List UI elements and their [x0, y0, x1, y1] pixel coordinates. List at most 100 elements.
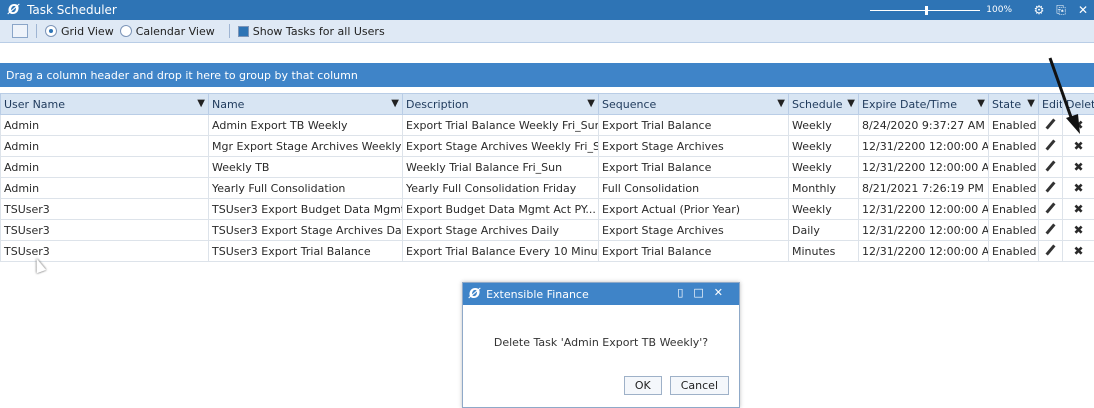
filter-icon[interactable]: ▼: [197, 98, 205, 109]
table-row[interactable]: Admin Mgr Export Stage Archives Weekly E…: [1, 136, 1094, 157]
column-header-schedule[interactable]: Schedule▼: [789, 94, 859, 115]
edit-cell[interactable]: [1039, 157, 1063, 178]
delete-cell[interactable]: ✖: [1063, 199, 1094, 220]
column-header-sequence[interactable]: Sequence▼: [599, 94, 789, 115]
filter-icon[interactable]: ▼: [391, 98, 399, 109]
delete-cell[interactable]: ✖: [1063, 178, 1094, 199]
edit-cell[interactable]: [1039, 199, 1063, 220]
annotation-arrow-icon: [1044, 56, 1084, 136]
settings-icon[interactable]: ⚙: [1028, 3, 1050, 17]
column-header-user-name[interactable]: User Name▼: [1, 94, 209, 115]
cell-name: Mgr Export Stage Archives Weekly: [209, 136, 403, 157]
column-header-state[interactable]: State▼: [989, 94, 1039, 115]
cell-name: TSUser3 Export Budget Data Mgmt: [209, 199, 403, 220]
close-icon[interactable]: ✕: [1072, 3, 1094, 17]
toolbar-separator: [36, 24, 37, 38]
edit-cell[interactable]: [1039, 220, 1063, 241]
delete-cell[interactable]: ✖: [1063, 241, 1094, 262]
cell-sequence: Export Trial Balance: [599, 241, 789, 262]
cell-state: Enabled: [989, 115, 1039, 136]
cell-description: Export Stage Archives Weekly Fri_Sun: [403, 136, 599, 157]
cell-expire: 8/21/2021 7:26:19 PM: [859, 178, 989, 199]
cell-sequence: Full Consolidation: [599, 178, 789, 199]
cell-schedule: Minutes: [789, 241, 859, 262]
filter-icon[interactable]: ▼: [777, 98, 785, 109]
zoom-slider[interactable]: [870, 10, 980, 11]
delete-cell[interactable]: ✖: [1063, 220, 1094, 241]
grid-header-row: User Name▼ Name▼ Description▼ Sequence▼ …: [1, 94, 1094, 115]
toolbar-separator: [229, 24, 230, 38]
app-logo-icon: Ø: [469, 287, 480, 302]
zoom-level: 100%: [986, 5, 1012, 15]
show-all-users-checkbox[interactable]: Show Tasks for all Users: [238, 25, 385, 38]
cell-name: TSUser3 Export Stage Archives Daily: [209, 220, 403, 241]
delete-icon[interactable]: ✖: [1073, 223, 1083, 237]
table-row[interactable]: TSUser3 TSUser3 Export Stage Archives Da…: [1, 220, 1094, 241]
cell-description: Weekly Trial Balance Fri_Sun: [403, 157, 599, 178]
cell-state: Enabled: [989, 178, 1039, 199]
checkbox-checked-icon: [238, 26, 249, 37]
group-by-panel[interactable]: Drag a column header and drop it here to…: [0, 63, 1094, 87]
pencil-icon[interactable]: [1045, 181, 1055, 192]
cell-user-name: Admin: [1, 136, 209, 157]
column-header-name[interactable]: Name▼: [209, 94, 403, 115]
edit-cell[interactable]: [1039, 241, 1063, 262]
cell-user-name: TSUser3: [1, 220, 209, 241]
filter-icon[interactable]: ▼: [847, 98, 855, 109]
cell-sequence: Export Trial Balance: [599, 157, 789, 178]
pencil-icon[interactable]: [1045, 160, 1055, 171]
filter-icon[interactable]: ▼: [587, 98, 595, 109]
delete-icon[interactable]: ✖: [1073, 181, 1083, 195]
cell-name: TSUser3 Export Trial Balance: [209, 241, 403, 262]
group-by-hint: Drag a column header and drop it here to…: [6, 69, 358, 82]
cell-state: Enabled: [989, 136, 1039, 157]
table-row[interactable]: TSUser3 TSUser3 Export Trial Balance Exp…: [1, 241, 1094, 262]
dialog-window-controls[interactable]: ▯□✕: [677, 286, 733, 299]
cell-sequence: Export Stage Archives: [599, 220, 789, 241]
cell-expire: 12/31/2200 12:00:00 AM: [859, 220, 989, 241]
filter-icon[interactable]: ▼: [977, 98, 985, 109]
dialog-titlebar: Ø Extensible Finance ▯□✕: [463, 283, 739, 305]
table-row[interactable]: TSUser3 TSUser3 Export Budget Data Mgmt …: [1, 199, 1094, 220]
pencil-icon[interactable]: [1045, 244, 1055, 255]
delete-icon[interactable]: ✖: [1073, 160, 1083, 174]
cell-user-name: Admin: [1, 178, 209, 199]
delete-icon[interactable]: ✖: [1073, 244, 1083, 258]
pencil-icon[interactable]: [1045, 223, 1055, 234]
delete-cell[interactable]: ✖: [1063, 157, 1094, 178]
pencil-icon[interactable]: [1045, 139, 1055, 150]
table-row[interactable]: Admin Yearly Full Consolidation Yearly F…: [1, 178, 1094, 199]
refresh-icon[interactable]: [12, 24, 28, 38]
cell-description: Export Stage Archives Daily: [403, 220, 599, 241]
grid-view-radio[interactable]: Grid View: [45, 25, 114, 38]
delete-confirm-dialog: Ø Extensible Finance ▯□✕ Delete Task 'Ad…: [462, 282, 740, 408]
column-header-description[interactable]: Description▼: [403, 94, 599, 115]
filter-icon[interactable]: ▼: [1027, 98, 1035, 109]
column-header-expire[interactable]: Expire Date/Time▼: [859, 94, 989, 115]
cell-expire: 12/31/2200 12:00:00 AM: [859, 241, 989, 262]
radio-empty-icon: [120, 25, 132, 37]
popout-icon[interactable]: ⎘: [1050, 3, 1072, 18]
cell-expire: 12/31/2200 12:00:00 AM: [859, 136, 989, 157]
cell-sequence: Export Actual (Prior Year): [599, 199, 789, 220]
cell-schedule: Monthly: [789, 178, 859, 199]
titlebar-controls: 100% ⚙ ⎘ ✕: [870, 0, 1094, 20]
delete-icon[interactable]: ✖: [1073, 139, 1083, 153]
delete-icon[interactable]: ✖: [1073, 202, 1083, 216]
cell-expire: 8/24/2020 9:37:27 AM: [859, 115, 989, 136]
cell-name: Admin Export TB Weekly: [209, 115, 403, 136]
cell-sequence: Export Stage Archives: [599, 136, 789, 157]
delete-cell[interactable]: ✖: [1063, 136, 1094, 157]
calendar-view-radio[interactable]: Calendar View: [120, 25, 215, 38]
pencil-icon[interactable]: [1045, 202, 1055, 213]
show-all-users-label: Show Tasks for all Users: [253, 25, 385, 38]
cell-name: Weekly TB: [209, 157, 403, 178]
edit-cell[interactable]: [1039, 178, 1063, 199]
cell-state: Enabled: [989, 220, 1039, 241]
table-row[interactable]: Admin Weekly TB Weekly Trial Balance Fri…: [1, 157, 1094, 178]
cancel-button[interactable]: Cancel: [670, 376, 729, 395]
edit-cell[interactable]: [1039, 136, 1063, 157]
ok-button[interactable]: OK: [624, 376, 662, 395]
cell-user-name: Admin: [1, 157, 209, 178]
table-row[interactable]: Admin Admin Export TB Weekly Export Tria…: [1, 115, 1094, 136]
